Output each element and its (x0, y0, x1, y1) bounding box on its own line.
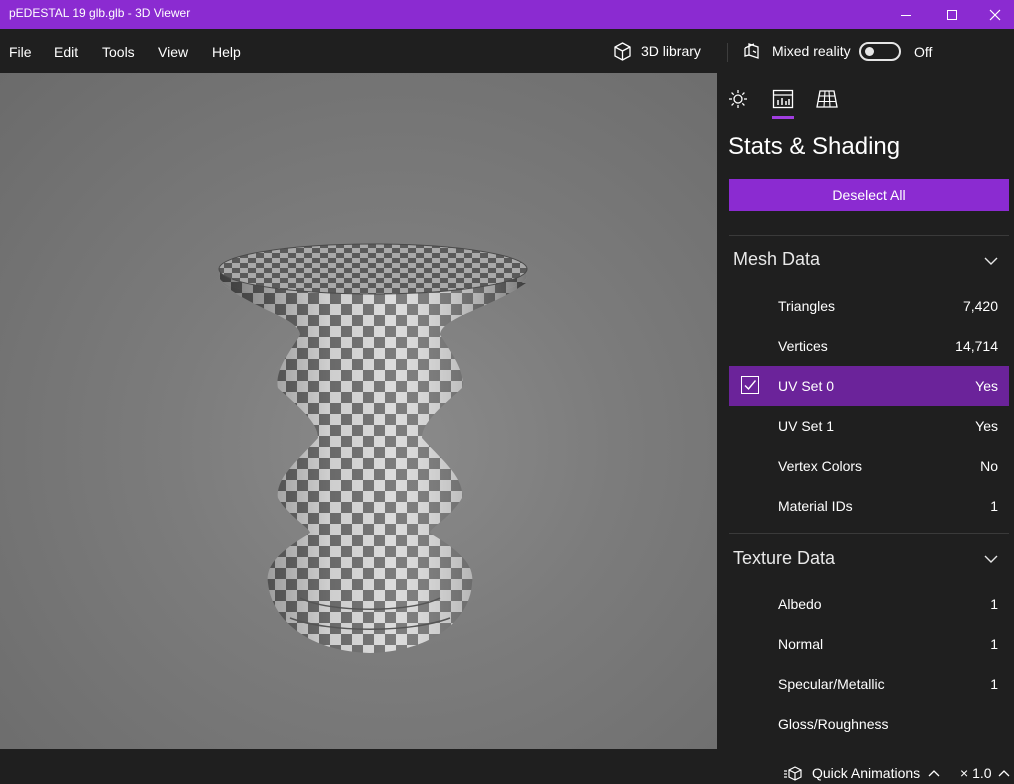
menu-view[interactable]: View (158, 44, 188, 60)
mesh-row-vertex-colors[interactable]: Vertex Colors No (729, 446, 1009, 486)
row-label: Albedo (778, 596, 822, 612)
divider (729, 533, 1009, 534)
chevron-down-icon[interactable] (983, 253, 999, 269)
quick-animations-button[interactable]: Quick Animations (784, 765, 940, 781)
menu-tools[interactable]: Tools (102, 44, 135, 60)
mixed-reality-button[interactable]: Mixed reality (743, 40, 851, 62)
menu-divider (727, 43, 728, 62)
row-label: Gloss/Roughness (778, 716, 889, 732)
row-label: Vertex Colors (778, 458, 863, 474)
toggle-state-label: Off (914, 44, 933, 60)
minimize-button[interactable] (883, 0, 929, 29)
row-label: UV Set 1 (778, 418, 835, 434)
texture-row-gloss-roughness[interactable]: Gloss/Roughness (729, 704, 1009, 744)
3d-library-label: 3D library (641, 43, 701, 59)
mixed-reality-icon (744, 42, 759, 59)
mesh-row-triangles[interactable]: Triangles 7,420 (729, 286, 1009, 326)
row-label: Vertices (778, 338, 828, 354)
close-button[interactable] (975, 0, 1014, 29)
mixed-reality-label: Mixed reality (772, 43, 851, 59)
uv-set-0-checkbox[interactable] (741, 376, 759, 394)
pedestal-model (218, 243, 528, 653)
minimize-icon (901, 14, 911, 16)
row-value: 7,420 (962, 298, 998, 314)
mesh-row-uv-set-1[interactable]: UV Set 1 Yes (729, 406, 1009, 446)
animation-icon (784, 766, 802, 781)
3d-viewport[interactable] (0, 73, 717, 749)
row-value: Yes (975, 418, 998, 434)
row-value: 1 (990, 498, 998, 514)
mesh-row-vertices[interactable]: Vertices 14,714 (729, 326, 1009, 366)
chevron-up-icon (998, 770, 1009, 777)
row-value: Yes (975, 378, 998, 394)
row-label: Material IDs (778, 498, 853, 514)
playback-speed-button[interactable]: × 1.0 (960, 765, 1010, 781)
menu-help[interactable]: Help (212, 44, 241, 60)
mixed-reality-toggle[interactable] (859, 42, 901, 61)
divider (729, 235, 1009, 236)
3d-library-button[interactable]: 3D library (612, 40, 701, 62)
mesh-row-material-ids[interactable]: Material IDs 1 (729, 486, 1009, 526)
stats-panel: Stats & Shading Deselect All Mesh Data T… (717, 73, 1014, 749)
row-value: 1 (990, 676, 998, 692)
checkmark-icon (744, 380, 757, 391)
bottom-bar: Quick Animations × 1.0 (0, 749, 1014, 784)
close-icon (989, 9, 1000, 20)
window-title: pEDESTAL 19 glb.glb - 3D Viewer (9, 6, 191, 20)
tab-lighting[interactable] (725, 86, 751, 112)
quick-animations-label: Quick Animations (812, 765, 921, 781)
sun-icon (729, 90, 747, 108)
texture-row-normal[interactable]: Normal 1 (729, 624, 1009, 664)
panel-title: Stats & Shading (728, 133, 901, 160)
stats-icon (772, 89, 794, 109)
deselect-all-button[interactable]: Deselect All (729, 179, 1009, 211)
row-value: 1 (990, 636, 998, 652)
row-label: UV Set 0 (778, 378, 835, 394)
toggle-knob (865, 47, 874, 56)
title-bar: pEDESTAL 19 glb.glb - 3D Viewer (0, 0, 1014, 29)
chevron-up-icon (928, 770, 940, 777)
maximize-button[interactable] (929, 0, 975, 29)
tab-stats[interactable] (770, 86, 796, 112)
chevron-down-icon[interactable] (983, 551, 999, 567)
row-label: Normal (778, 636, 824, 652)
cube-icon (614, 41, 631, 61)
texture-row-specular-metallic[interactable]: Specular/Metallic 1 (729, 664, 1009, 704)
texture-data-header[interactable]: Texture Data (733, 548, 835, 569)
mesh-data-header[interactable]: Mesh Data (733, 249, 820, 270)
playback-speed-value: × 1.0 (960, 765, 992, 781)
tab-grid[interactable] (814, 86, 840, 112)
row-label: Triangles (778, 298, 836, 314)
menu-edit[interactable]: Edit (54, 44, 78, 60)
row-value: No (980, 458, 998, 474)
menu-file[interactable]: File (9, 44, 32, 60)
row-label: Specular/Metallic (778, 676, 885, 692)
grid-icon (816, 90, 838, 108)
maximize-icon (947, 9, 957, 20)
mesh-row-uv-set-0[interactable]: UV Set 0 Yes (729, 366, 1009, 406)
row-value: 14,714 (955, 338, 998, 354)
active-tab-indicator (772, 116, 794, 119)
texture-row-albedo[interactable]: Albedo 1 (729, 584, 1009, 624)
row-value: 1 (990, 596, 998, 612)
